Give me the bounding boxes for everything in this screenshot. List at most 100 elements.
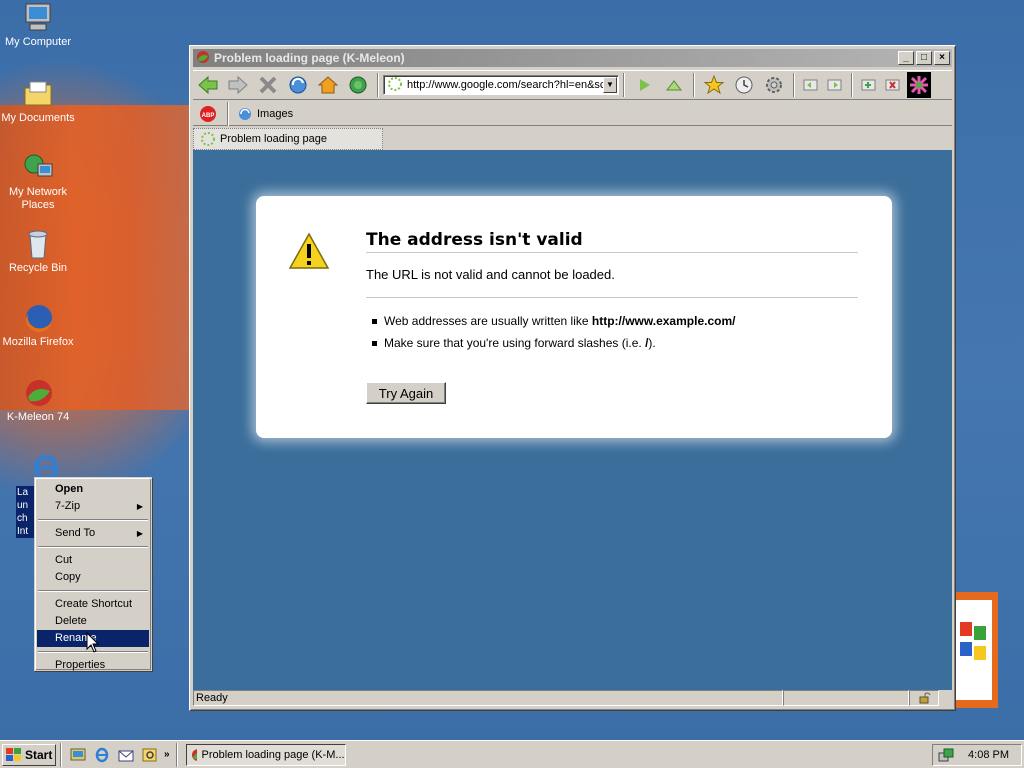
try-again-button[interactable]: Try Again — [366, 382, 446, 404]
quicklaunch-overflow-chevron[interactable]: » — [164, 749, 170, 760]
menu-item-cut[interactable]: Cut — [37, 552, 149, 569]
desktop-icon-label: My Computer — [4, 36, 72, 48]
k-meleon-app-icon — [196, 50, 210, 67]
desktop-icon — [70, 748, 86, 760]
page-loading-icon — [387, 76, 403, 94]
toolbar-separator — [623, 73, 625, 97]
menu-item-properties[interactable]: Properties — [37, 657, 149, 674]
preferences-button[interactable] — [761, 72, 787, 98]
folder-icon — [22, 78, 54, 110]
images-label: Images — [257, 107, 294, 120]
bookmarks-button[interactable] — [701, 72, 727, 98]
star-icon — [703, 74, 725, 95]
menu-item-copy[interactable]: Copy — [37, 569, 149, 586]
new-layer-button[interactable] — [859, 72, 879, 98]
k-meleon-icon — [22, 377, 54, 409]
navigation-toolbar: http://www.google.com/search?hl=en&sc ▼ — [193, 70, 952, 100]
desktop-icon-k-meleon[interactable]: K-Meleon 74 — [0, 377, 76, 424]
windows-flag-icon — [6, 747, 21, 761]
page-content: The address isn't valid The URL is not v… — [193, 150, 952, 690]
play-icon — [640, 79, 650, 91]
desktop-icon-my-network-places[interactable]: My Network Places — [0, 152, 76, 212]
url-bar[interactable]: http://www.google.com/search?hl=en&sc ▼ — [383, 75, 619, 95]
minimize-button[interactable]: _ — [898, 51, 914, 65]
menu-separator — [38, 546, 148, 548]
layer-prev-button[interactable] — [801, 72, 821, 98]
up-arrow-icon — [665, 80, 683, 91]
secondary-toolbar: ABP Images — [193, 101, 952, 127]
taskbar-separator — [175, 742, 178, 767]
menu-item-send-to[interactable]: Send To ▶ — [37, 525, 149, 542]
desktop-icon-recycle-bin[interactable]: Recycle Bin — [0, 228, 76, 275]
system-tray: 4:08 PM — [932, 744, 1022, 766]
desktop-icon-label: My Network Places — [8, 186, 68, 211]
quicklaunch-internet-explorer[interactable] — [92, 745, 112, 765]
window-titlebar[interactable]: Problem loading page (K-Meleon) _ □ × — [193, 49, 952, 67]
desktop-icon-label: Mozilla Firefox — [2, 336, 74, 348]
svg-text:ABP: ABP — [202, 113, 215, 119]
adblock-button[interactable]: ABP — [195, 101, 221, 127]
quicklaunch-outlook-express[interactable] — [116, 745, 136, 765]
adblock-icon: ABP — [200, 105, 216, 122]
window-forward-icon — [827, 79, 842, 91]
url-dropdown-button[interactable]: ▼ — [603, 77, 617, 93]
menu-item-create-shortcut[interactable]: Create Shortcut — [37, 596, 149, 613]
toolbar-separator — [227, 101, 229, 126]
status-text: Ready — [193, 690, 783, 706]
quicklaunch-show-desktop[interactable] — [68, 745, 88, 765]
taskbar: Start » Problem loading page (K-M... 4:0… — [0, 740, 1024, 768]
images-toggle-button[interactable]: Images — [237, 106, 293, 122]
taskbar-button-k-meleon[interactable]: Problem loading page (K-M... — [185, 743, 346, 766]
taskbar-button-label: Problem loading page (K-M... — [201, 748, 345, 761]
up-button[interactable] — [661, 72, 687, 98]
home-button[interactable] — [315, 72, 341, 98]
error-title: The address isn't valid — [366, 230, 858, 253]
clock-icon — [735, 76, 753, 94]
go-globe-button[interactable] — [345, 72, 371, 98]
quicklaunch-search[interactable] — [140, 745, 160, 765]
reload-button[interactable] — [285, 72, 311, 98]
search-icon — [142, 748, 157, 761]
menu-item-7zip[interactable]: 7-Zip ▶ — [37, 498, 149, 515]
desktop-icon-my-documents[interactable]: My Documents — [0, 78, 76, 125]
desktop-icon-label: My Documents — [1, 112, 75, 124]
layer-next-button[interactable] — [825, 72, 845, 98]
globe-icon — [349, 76, 367, 94]
firefox-icon — [22, 302, 54, 334]
history-button[interactable] — [731, 72, 757, 98]
maximize-button[interactable]: □ — [916, 51, 932, 65]
menu-item-open[interactable]: Open — [37, 481, 149, 498]
gear-icon — [766, 77, 782, 93]
toolbar-separator — [693, 73, 695, 97]
security-pane[interactable] — [909, 690, 939, 706]
menu-item-delete[interactable]: Delete — [37, 613, 149, 630]
network-icon — [22, 152, 54, 184]
go-button[interactable] — [631, 72, 657, 98]
close-button[interactable]: × — [934, 51, 950, 65]
tab-problem-loading-page[interactable]: Problem loading page — [193, 128, 383, 150]
forward-button[interactable] — [225, 72, 251, 98]
error-box: The address isn't valid The URL is not v… — [256, 196, 892, 438]
network-tray-icon[interactable] — [938, 747, 954, 763]
window-back-icon — [803, 79, 818, 91]
taskbar-separator — [60, 742, 62, 767]
tab-label: Problem loading page — [220, 133, 328, 145]
start-button[interactable]: Start — [2, 743, 56, 766]
internet-explorer-icon — [95, 747, 109, 762]
loading-icon — [201, 132, 215, 146]
clock[interactable]: 4:08 PM — [968, 749, 1009, 761]
start-label: Start — [25, 747, 53, 762]
example-url: http://www.example.com/ — [591, 314, 736, 328]
submenu-arrow-icon: ▶ — [136, 502, 143, 511]
desktop-icon-my-computer[interactable]: My Computer — [0, 2, 76, 49]
windows-logo-wallpaper — [956, 592, 998, 708]
desktop-icon-mozilla-firefox[interactable]: Mozilla Firefox — [0, 302, 76, 349]
suggestion-item: Make sure that you're using forward slas… — [371, 336, 735, 350]
stop-button[interactable] — [255, 72, 281, 98]
back-button[interactable] — [195, 72, 221, 98]
desktop-icon-label: K-Meleon 74 — [6, 411, 70, 423]
recycle-bin-icon — [22, 228, 54, 260]
suggestion-text: Make sure that you're using forward slas… — [384, 336, 646, 350]
close-layer-button[interactable] — [883, 72, 903, 98]
reload-icon — [289, 76, 307, 94]
